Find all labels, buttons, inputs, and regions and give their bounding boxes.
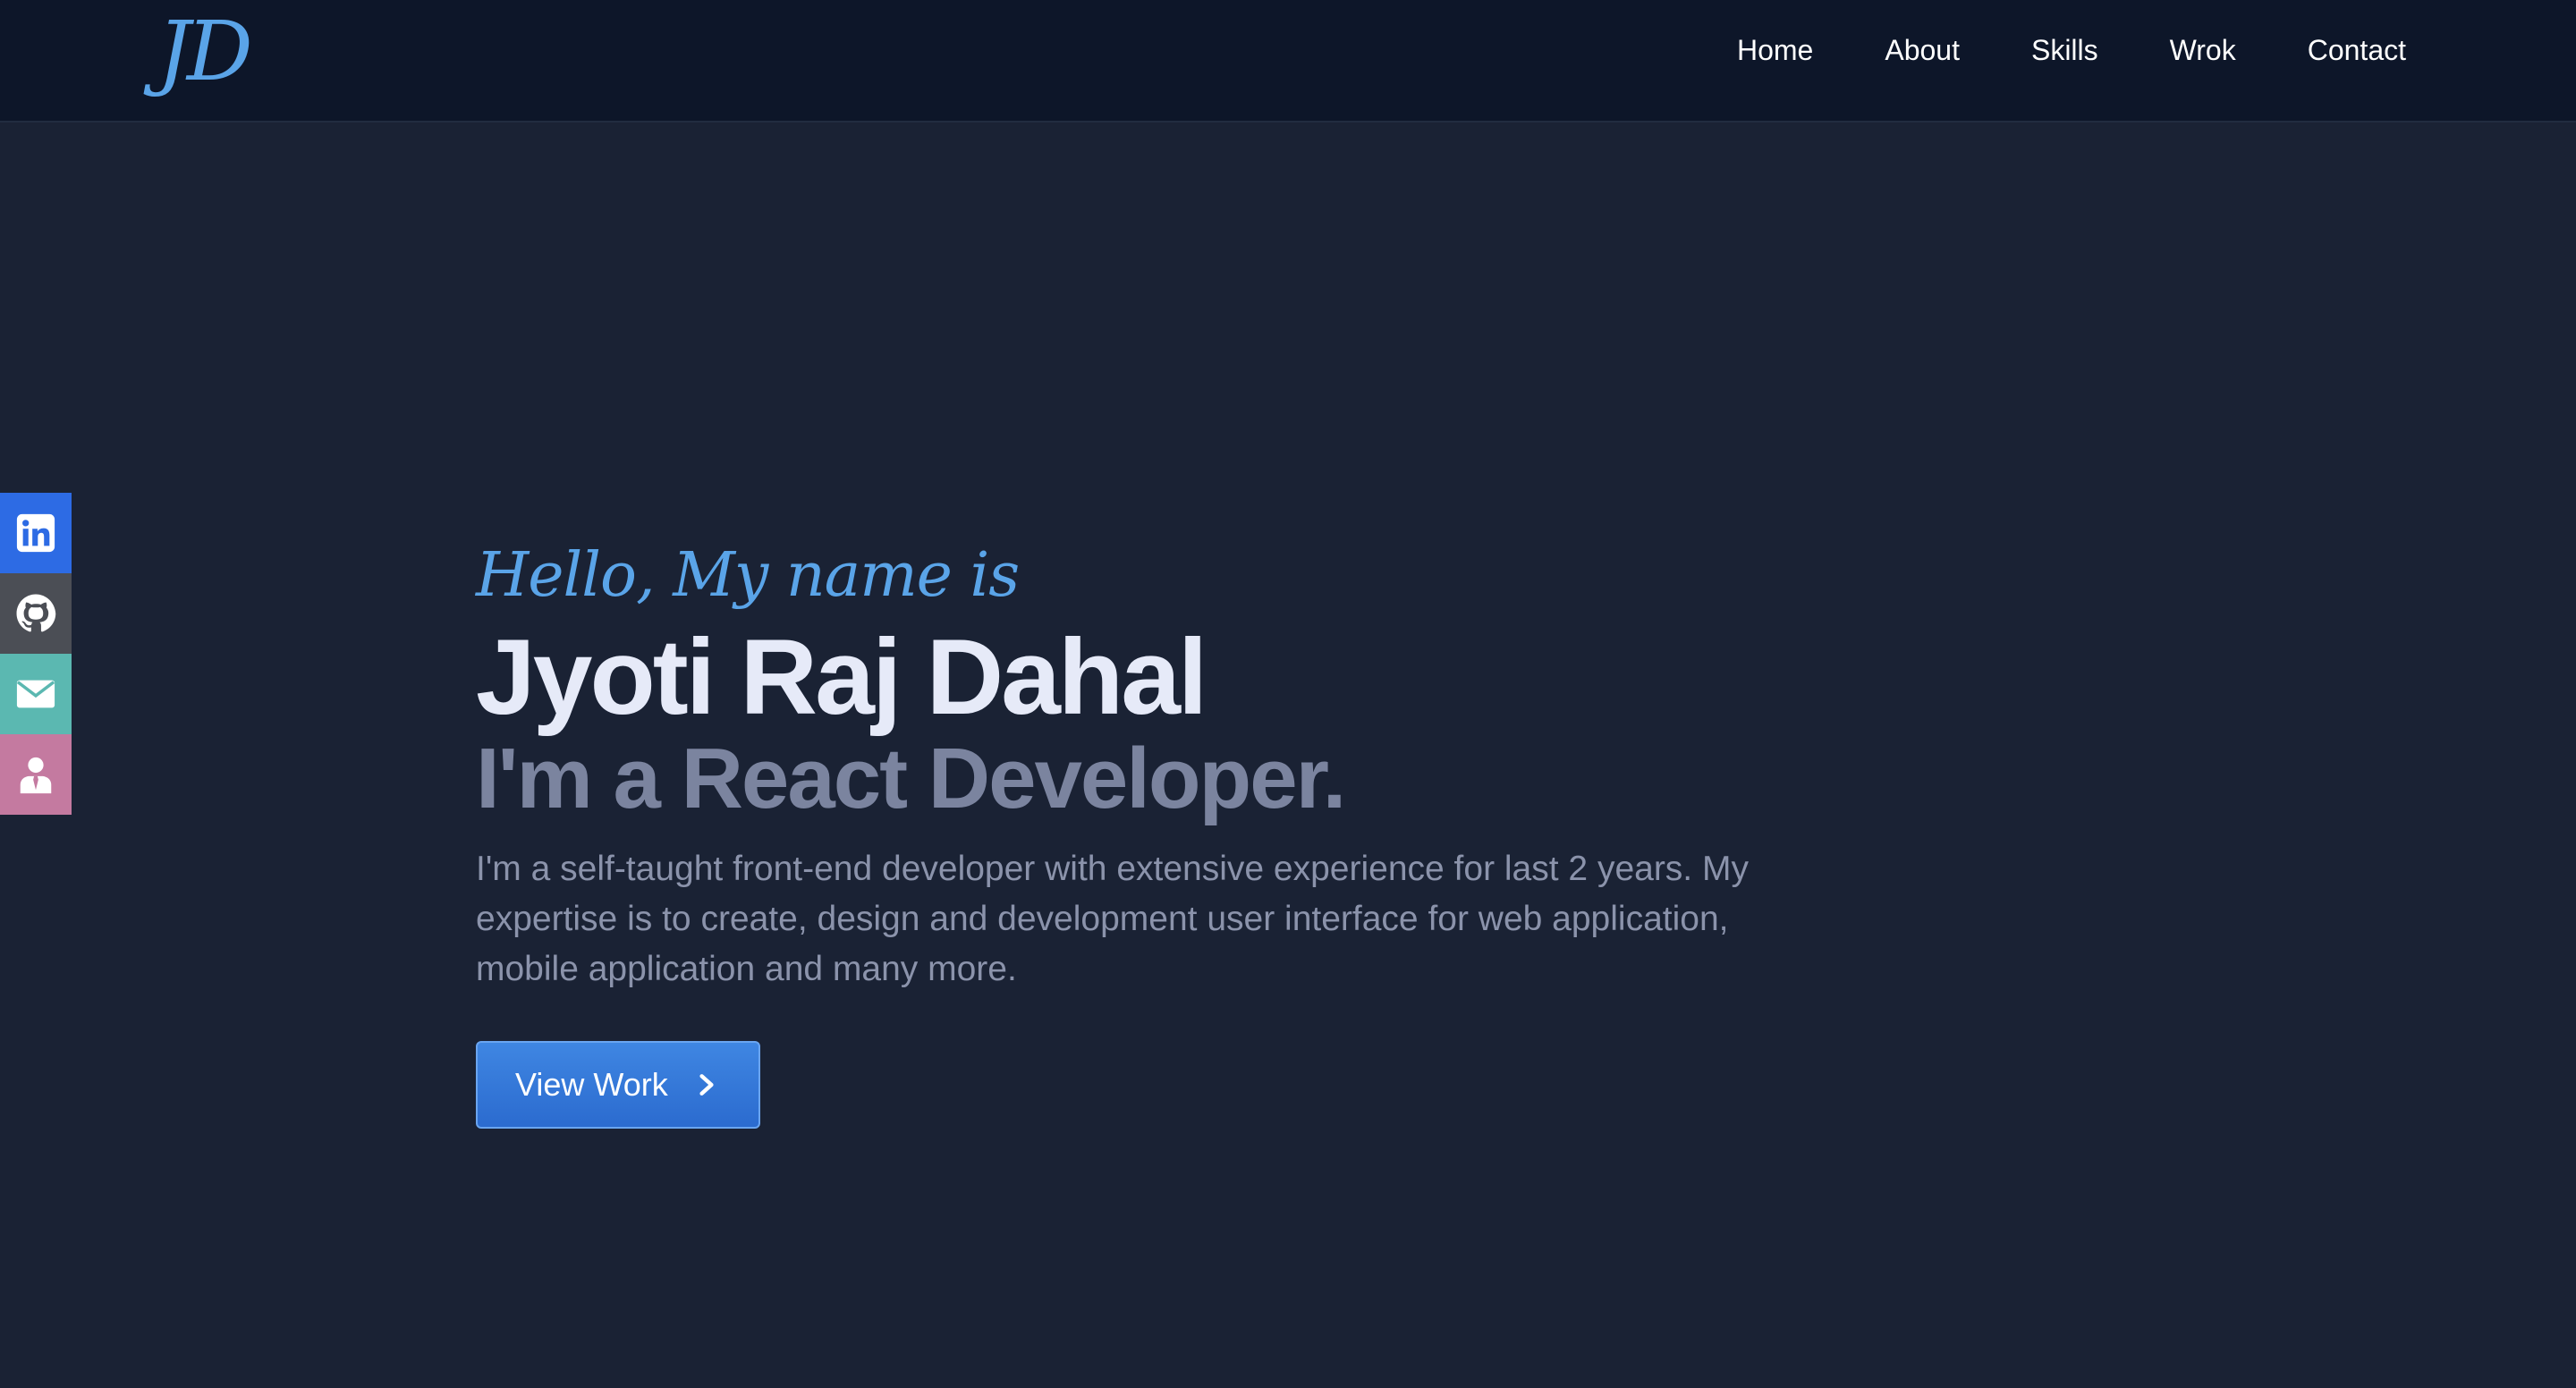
github-icon	[16, 594, 56, 632]
view-work-button[interactable]: View Work	[476, 1040, 760, 1129]
hero-section: Hello, My name is Jyoti Raj Dahal I'm a …	[476, 546, 1773, 1129]
nav-skills[interactable]: Skills	[2031, 34, 2098, 67]
view-work-label: View Work	[515, 1065, 668, 1103]
hero-bio: I'm a self-taught front-end developer wi…	[476, 849, 1749, 988]
chevron-right-icon	[699, 1073, 714, 1096]
main-nav: Home About Skills Wrok Contact	[1737, 0, 2406, 101]
nav-about[interactable]: About	[1885, 34, 1960, 67]
greeting-text: Hello, My name is	[476, 540, 1020, 611]
nav-work[interactable]: Wrok	[2170, 34, 2236, 67]
nav-home[interactable]: Home	[1737, 34, 1813, 67]
social-sidebar	[0, 493, 72, 815]
social-resume[interactable]	[0, 734, 72, 815]
mail-icon	[16, 680, 55, 708]
social-github[interactable]	[0, 573, 72, 654]
social-email[interactable]	[0, 654, 72, 734]
nav-contact[interactable]: Contact	[2308, 34, 2406, 67]
social-linkedin[interactable]	[0, 493, 72, 573]
navbar: JD Home About Skills Wrok Contact	[0, 0, 2576, 123]
user-icon	[20, 757, 52, 794]
hero-name: Jyoti Raj Dahal	[476, 617, 1208, 737]
linkedin-icon	[16, 513, 55, 553]
hero-role: I'm a React Developer.	[476, 731, 1346, 826]
logo[interactable]: JD	[157, 11, 253, 93]
